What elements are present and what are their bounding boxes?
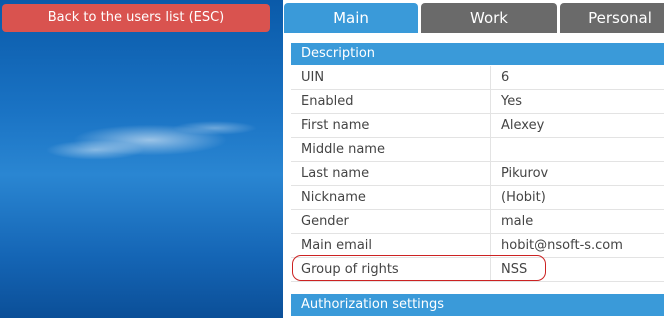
- tab-bar: Main Work Personal: [283, 0, 664, 33]
- field-label: Group of rights: [301, 262, 399, 277]
- column-divider: [490, 138, 491, 162]
- column-divider: [490, 258, 491, 282]
- field-value: NSS: [501, 262, 528, 277]
- field-value: Alexey: [501, 118, 545, 133]
- field-row-nickname: Nickname (Hobit): [291, 186, 664, 210]
- back-to-users-button[interactable]: Back to the users list (ESC): [2, 4, 270, 32]
- field-value: hobit@nsoft-s.com: [501, 238, 623, 253]
- column-divider: [490, 234, 491, 258]
- column-divider: [490, 66, 491, 90]
- field-label: Middle name: [301, 142, 385, 157]
- field-row-last-name: Last name Pikurov: [291, 162, 664, 186]
- field-label: First name: [301, 118, 370, 133]
- field-label: Main email: [301, 238, 373, 253]
- section-authorization-header[interactable]: Authorization settings: [291, 294, 664, 316]
- field-value: 6: [501, 70, 510, 85]
- field-label: UIN: [301, 70, 325, 85]
- description-fields: UIN 6 Enabled Yes First name Alexey Midd…: [291, 66, 664, 282]
- field-row-uin: UIN 6: [291, 66, 664, 90]
- tab-main[interactable]: Main: [284, 3, 418, 33]
- background-sky-image: [0, 0, 283, 318]
- field-value: Yes: [501, 94, 522, 109]
- tab-work[interactable]: Work: [421, 3, 557, 33]
- field-value: (Hobit): [501, 190, 546, 205]
- field-row-gender: Gender male: [291, 210, 664, 234]
- field-value: male: [501, 214, 534, 229]
- field-label: Last name: [301, 166, 370, 181]
- field-row-first-name: First name Alexey: [291, 114, 664, 138]
- column-divider: [490, 162, 491, 186]
- column-divider: [490, 90, 491, 114]
- field-row-main-email: Main email hobit@nsoft-s.com: [291, 234, 664, 258]
- tab-personal[interactable]: Personal: [560, 3, 664, 33]
- field-row-enabled: Enabled Yes: [291, 90, 664, 114]
- user-details-panel: Main Work Personal Description UIN 6 Ena…: [283, 0, 664, 318]
- field-value: Pikurov: [501, 166, 549, 181]
- field-label: Enabled: [301, 94, 354, 109]
- field-label: Nickname: [301, 190, 366, 205]
- field-label: Gender: [301, 214, 349, 229]
- column-divider: [490, 114, 491, 138]
- field-row-group-of-rights: Group of rights NSS: [291, 255, 664, 282]
- column-divider: [490, 210, 491, 234]
- column-divider: [490, 186, 491, 210]
- section-description-header[interactable]: Description: [291, 43, 664, 65]
- field-row-middle-name: Middle name: [291, 138, 664, 162]
